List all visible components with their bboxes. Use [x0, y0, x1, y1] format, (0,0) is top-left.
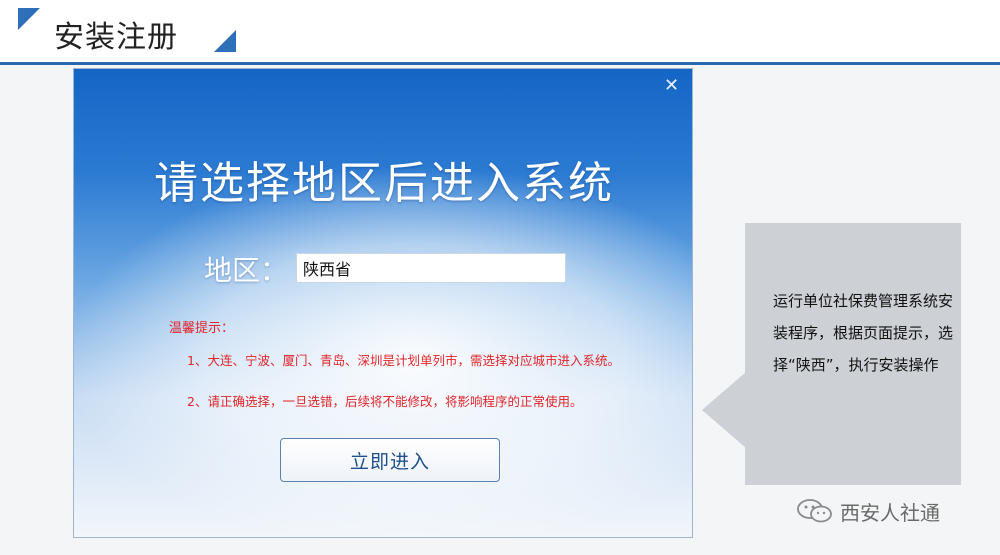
callout-pointer — [702, 372, 746, 448]
callout-text: 运行单位社保费管理系统安装程序，根据页面提示，选择“陕西”，执行安装操作 — [773, 292, 954, 374]
installer-window: ✕ 请选择地区后进入系统 地区： 温馨提示： 1、大连、宁波、厦门、青岛、深圳是… — [73, 68, 693, 538]
callout-box: 运行单位社保费管理系统安装程序，根据页面提示，选择“陕西”，执行安装操作 — [745, 223, 961, 485]
region-label: 地区： — [204, 254, 289, 287]
tip-item: 1、大连、宁波、厦门、青岛、深圳是计划单列市，需选择对应城市进入系统。 — [187, 353, 620, 368]
watermark-text: 西安人社通 — [840, 500, 940, 525]
corner-decoration-bottom-right — [214, 30, 236, 52]
tips-block: 温馨提示： 1、大连、宁波、厦门、青岛、深圳是计划单列市，需选择对应城市进入系统… — [169, 317, 620, 432]
wechat-icon — [797, 499, 832, 523]
tip-item: 2、请正确选择，一旦选错，后续将不能修改，将影响程序的正常使用。 — [187, 394, 583, 409]
header-divider — [0, 62, 1000, 65]
tips-title: 温馨提示： — [169, 321, 235, 336]
region-select-input[interactable] — [296, 253, 566, 283]
close-icon[interactable]: ✕ — [664, 77, 679, 95]
slide-header: 安装注册 — [0, 0, 1000, 65]
slide-title: 安装注册 — [54, 20, 178, 55]
watermark: 西安人社通 — [796, 496, 940, 526]
corner-decoration-top-left — [18, 8, 40, 30]
enter-system-button[interactable]: 立即进入 — [280, 438, 500, 482]
installer-heading: 请选择地区后进入系统 — [154, 158, 614, 209]
